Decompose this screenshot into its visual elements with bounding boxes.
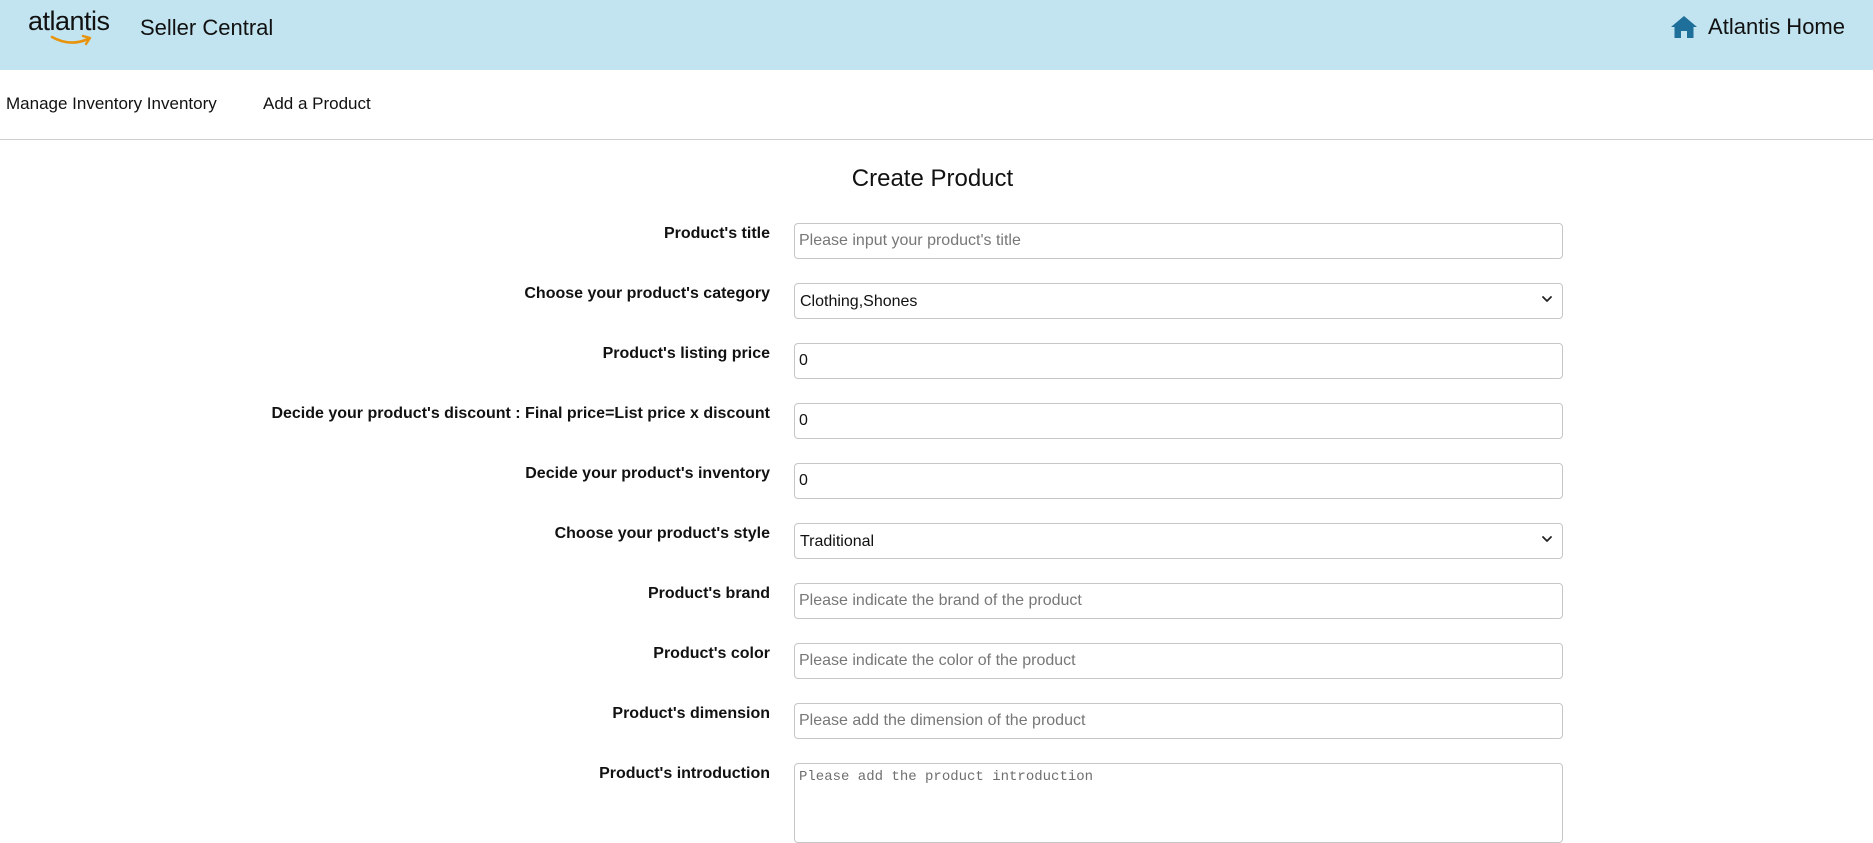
title-input[interactable] — [794, 223, 1563, 259]
brand-input[interactable] — [794, 583, 1563, 619]
discount-input[interactable] — [794, 403, 1563, 439]
field-row-introduction: Product's introduction — [0, 763, 1873, 843]
field-row-brand: Product's brand — [0, 583, 1873, 621]
style-select-wrapper: Traditional — [794, 523, 1563, 559]
category-select-wrapper: Clothing,Shones — [794, 283, 1563, 319]
color-label: Product's color — [653, 645, 770, 662]
discount-label: Decide your product's discount : Final p… — [271, 405, 770, 422]
atlantis-logo[interactable]: atlantis — [28, 6, 122, 46]
page-title: Create Product — [851, 165, 1014, 192]
field-row-style: Choose your product's style Traditional — [0, 523, 1873, 561]
dimension-label: Product's dimension — [612, 705, 770, 722]
category-select[interactable]: Clothing,Shones — [794, 283, 1563, 319]
nav-manage-inventory[interactable]: Manage Inventory Inventory — [6, 94, 217, 114]
logo-text: atlantis — [28, 6, 110, 36]
field-row-dimension: Product's dimension — [0, 703, 1873, 741]
color-input[interactable] — [794, 643, 1563, 679]
home-icon — [1671, 16, 1698, 38]
nav-add-product[interactable]: Add a Product — [263, 94, 371, 114]
introduction-label: Product's introduction — [599, 765, 770, 782]
top-bar: atlantis Seller Central Atlantis Home — [0, 0, 1873, 70]
logo-smile-icon — [50, 34, 92, 46]
home-link-label: Atlantis Home — [1708, 14, 1845, 39]
category-label: Choose your product's category — [524, 285, 770, 302]
dimension-input[interactable] — [794, 703, 1563, 739]
field-row-title: Product's title — [0, 223, 1873, 261]
listing-price-label: Product's listing price — [602, 345, 770, 362]
introduction-textarea[interactable] — [794, 763, 1563, 843]
app-title: Seller Central — [140, 15, 274, 40]
field-row-inventory: Decide your product's inventory — [0, 463, 1873, 501]
listing-price-input[interactable] — [794, 343, 1563, 379]
style-label: Choose your product's style — [554, 525, 770, 542]
inventory-input[interactable] — [794, 463, 1563, 499]
title-label: Product's title — [663, 225, 770, 242]
field-row-category: Choose your product's category Clothing,… — [0, 283, 1873, 321]
style-select[interactable]: Traditional — [794, 523, 1563, 559]
field-row-discount: Decide your product's discount : Final p… — [0, 403, 1873, 441]
brand-label: Product's brand — [647, 585, 770, 602]
secondary-nav: Manage Inventory Inventory Add a Product — [0, 70, 1873, 140]
atlantis-home-link[interactable]: Atlantis Home — [1670, 14, 1845, 40]
field-row-color: Product's color — [0, 643, 1873, 681]
inventory-label: Decide your product's inventory — [525, 465, 770, 482]
field-row-listing-price: Product's listing price — [0, 343, 1873, 381]
